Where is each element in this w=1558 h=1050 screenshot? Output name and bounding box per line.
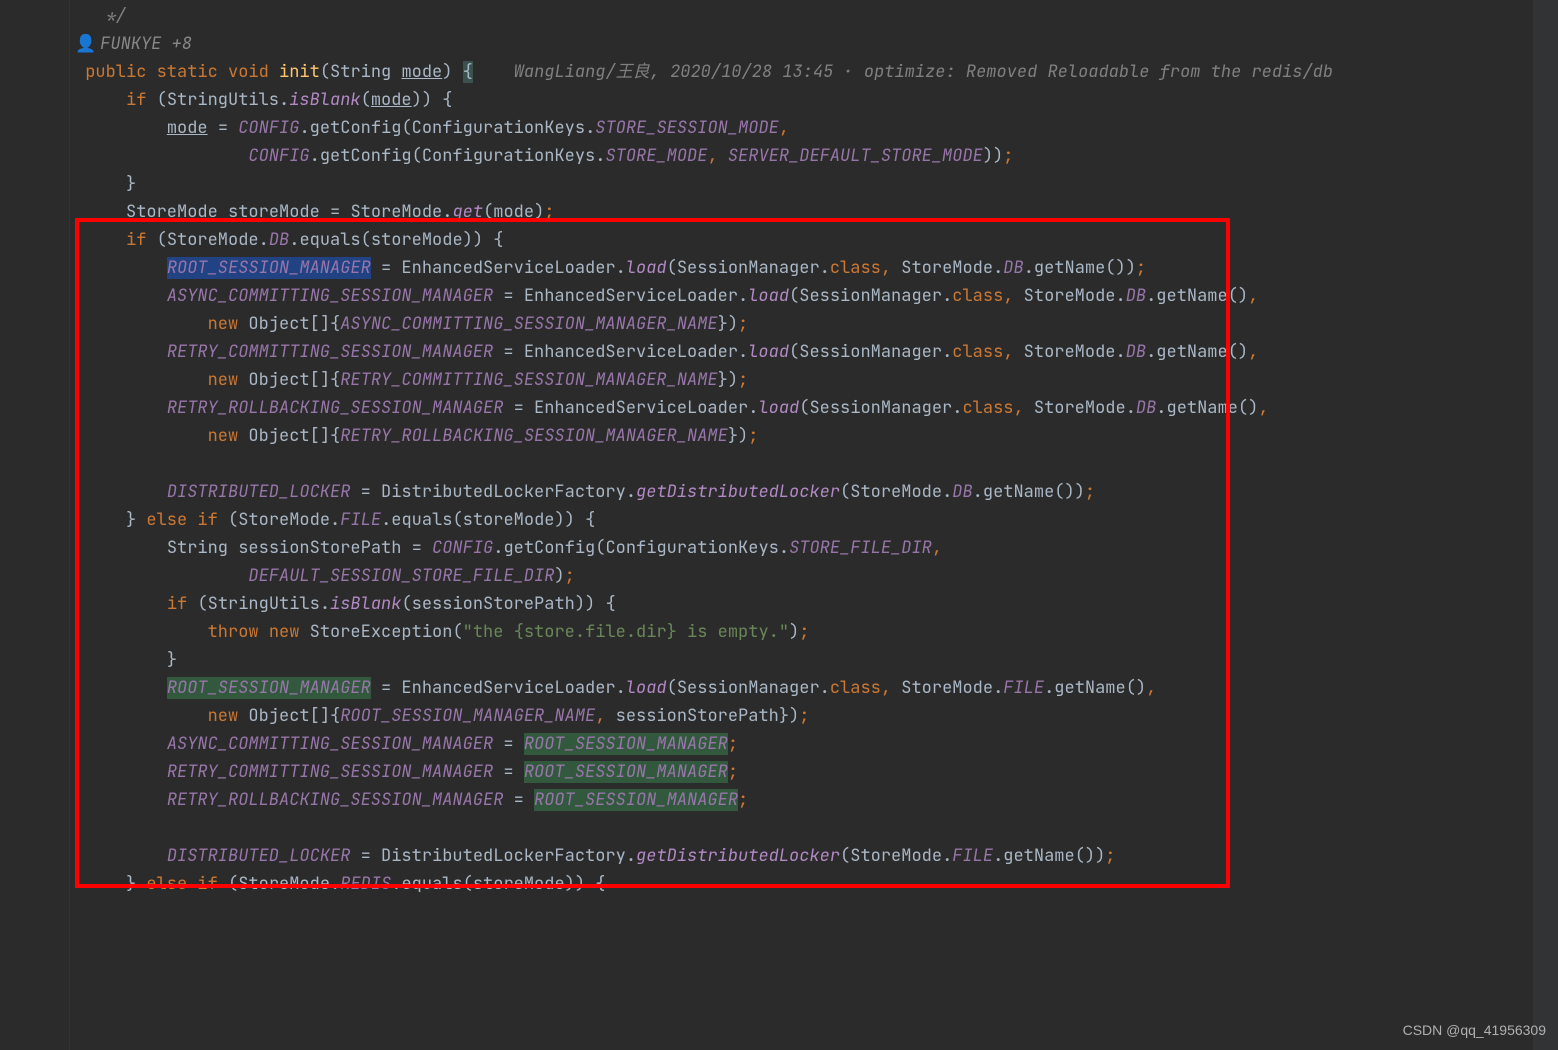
code-line[interactable]: RETRY_ROLLBACKING_SESSION_MANAGER = Enha…: [75, 394, 1558, 422]
code-line[interactable]: } else if (StoreMode.REDIS.equals(storeM…: [75, 870, 1558, 898]
code-line[interactable]: RETRY_ROLLBACKING_SESSION_MANAGER = ROOT…: [75, 786, 1558, 814]
code-line[interactable]: String sessionStorePath = CONFIG.getConf…: [75, 534, 1558, 562]
code-line[interactable]: DISTRIBUTED_LOCKER = DistributedLockerFa…: [75, 478, 1558, 506]
inline-annotation: WangLiang/王良, 2020/10/28 13:45 · optimiz…: [514, 61, 1333, 83]
code-line[interactable]: StoreMode storeMode = StoreMode.get(mode…: [75, 198, 1558, 226]
gutter: [0, 0, 70, 1050]
watermark: CSDN @qq_41956309: [1403, 1016, 1546, 1044]
code-editor[interactable]: */ 👤FUNKYE +8 public static void init(St…: [75, 0, 1558, 898]
code-line[interactable]: CONFIG.getConfig(ConfigurationKeys.STORE…: [75, 142, 1558, 170]
code-line[interactable]: if (StringUtils.isBlank(mode)) {: [75, 86, 1558, 114]
code-line[interactable]: */: [75, 2, 1558, 30]
code-line[interactable]: RETRY_COMMITTING_SESSION_MANAGER = ROOT_…: [75, 758, 1558, 786]
code-line[interactable]: new Object[]{ROOT_SESSION_MANAGER_NAME, …: [75, 702, 1558, 730]
code-line[interactable]: [75, 450, 1558, 478]
code-line[interactable]: ASYNC_COMMITTING_SESSION_MANAGER = Enhan…: [75, 282, 1558, 310]
code-line[interactable]: RETRY_COMMITTING_SESSION_MANAGER = Enhan…: [75, 338, 1558, 366]
code-line[interactable]: }: [75, 170, 1558, 198]
code-line[interactable]: DISTRIBUTED_LOCKER = DistributedLockerFa…: [75, 842, 1558, 870]
code-line[interactable]: [75, 814, 1558, 842]
code-line[interactable]: if (StoreMode.DB.equals(storeMode)) {: [75, 226, 1558, 254]
code-line[interactable]: ASYNC_COMMITTING_SESSION_MANAGER = ROOT_…: [75, 730, 1558, 758]
code-line[interactable]: throw new StoreException("the {store.fil…: [75, 618, 1558, 646]
author-line: 👤FUNKYE +8: [75, 30, 1558, 58]
code-line[interactable]: new Object[]{RETRY_ROLLBACKING_SESSION_M…: [75, 422, 1558, 450]
code-line[interactable]: new Object[]{RETRY_COMMITTING_SESSION_MA…: [75, 366, 1558, 394]
code-line[interactable]: if (StringUtils.isBlank(sessionStorePath…: [75, 590, 1558, 618]
code-line[interactable]: ROOT_SESSION_MANAGER = EnhancedServiceLo…: [75, 254, 1558, 282]
code-line[interactable]: ROOT_SESSION_MANAGER = EnhancedServiceLo…: [75, 674, 1558, 702]
comment: */: [75, 5, 126, 27]
code-line[interactable]: mode = CONFIG.getConfig(ConfigurationKey…: [75, 114, 1558, 142]
code-line[interactable]: new Object[]{ASYNC_COMMITTING_SESSION_MA…: [75, 310, 1558, 338]
code-line[interactable]: }: [75, 646, 1558, 674]
selected-identifier[interactable]: ROOT_SESSION_MANAGER: [167, 257, 371, 279]
person-icon: 👤: [75, 33, 96, 55]
author-text: FUNKYE +8: [100, 33, 192, 55]
code-line[interactable]: DEFAULT_SESSION_STORE_FILE_DIR);: [75, 562, 1558, 590]
code-line[interactable]: } else if (StoreMode.FILE.equals(storeMo…: [75, 506, 1558, 534]
code-line[interactable]: public static void init(String mode) { W…: [75, 58, 1558, 86]
